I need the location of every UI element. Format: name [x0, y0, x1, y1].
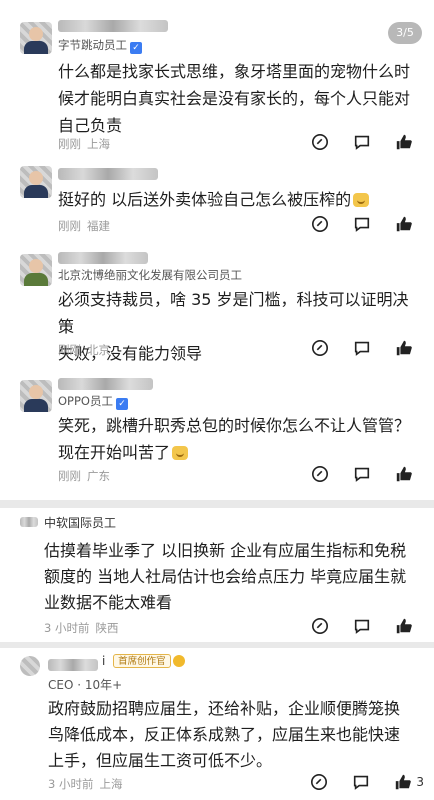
comment-icon[interactable]	[352, 617, 372, 635]
comment-item: 中软国际员工 估摸着毕业季了 以旧换新 企业有应届生指标和免税 额度的 当地人社…	[0, 508, 434, 642]
avatar[interactable]	[20, 22, 52, 54]
thumbs-up-icon[interactable]	[394, 465, 414, 483]
user-org: 中软国际员工	[44, 516, 117, 530]
blurred-username	[58, 168, 158, 180]
grin-emoji	[172, 446, 189, 460]
like-button[interactable]: 3	[393, 773, 424, 791]
comment-text: 什么都是找家长式思维，象牙塔里面的宠物什么时 候才能明白真实社会是没有家长的，每…	[58, 62, 411, 135]
reply-icon[interactable]	[310, 339, 330, 357]
like-count: 3	[416, 775, 424, 789]
blurred-username	[58, 252, 148, 264]
user-role: CEO · 10年+	[48, 678, 123, 692]
thumbs-up-icon[interactable]	[394, 339, 414, 357]
blurred-username	[58, 20, 168, 32]
thumbs-up-icon[interactable]	[393, 773, 413, 791]
avatar[interactable]	[20, 380, 52, 412]
comment-panel-bot: i 首席创作官 CEO · 10年+ 政府鼓励招聘应届生，还给补贴，企业顺便腾笼…	[0, 648, 434, 800]
reply-icon[interactable]	[310, 133, 330, 151]
comment-item: 北京沈博绝丽文化发展有限公司员工 必须支持裁员，啥 35 岁是门槛，科技可以证明…	[0, 250, 434, 364]
blurred-username	[48, 659, 98, 671]
user-org: 字节跳动员工 ✓	[58, 37, 142, 54]
verified-icon: ✓	[115, 398, 128, 410]
comment-item: OPPO员工 ✓ 笑死，跳槽升职秀总包的时候你怎么不让人管管？ 现在开始叫苦了 刚…	[0, 376, 434, 490]
comment-text: 笑死，跳槽升职秀总包的时候你怎么不让人管管？ 现在开始叫苦了	[58, 416, 411, 462]
reply-icon[interactable]	[310, 215, 330, 233]
divider	[0, 500, 434, 508]
comment-icon[interactable]	[352, 215, 372, 233]
grin-emoji	[353, 193, 370, 207]
comment-item: i 首席创作官 CEO · 10年+ 政府鼓励招聘应届生，还给补贴，企业顺便腾笼…	[0, 648, 434, 800]
reply-icon[interactable]	[310, 465, 330, 483]
blurred-username	[58, 378, 153, 390]
comment-icon[interactable]	[351, 773, 371, 791]
blurred-avatar	[20, 517, 38, 527]
avatar[interactable]	[20, 656, 40, 676]
thumbs-up-icon[interactable]	[394, 133, 414, 151]
comment-meta: 刚刚 北京	[58, 343, 110, 357]
comment-meta: 3 小时前 陕西	[44, 621, 119, 635]
comment-icon[interactable]	[352, 133, 372, 151]
comment-text: 政府鼓励招聘应届生，还给补贴，企业顺便腾笼换 鸟降低成本，反正体系成熟了，应届生…	[48, 699, 401, 770]
reply-icon[interactable]	[310, 617, 330, 635]
avatar[interactable]	[20, 166, 52, 198]
title-badge: 首席创作官	[113, 654, 171, 668]
crown-icon	[172, 655, 185, 667]
comment-text: 挺好的 以后送外卖体验自己怎么被压榨的	[58, 186, 416, 213]
user-org: OPPO员工 ✓	[58, 393, 128, 410]
comment-icon[interactable]	[352, 465, 372, 483]
user-org: 北京沈博绝丽文化发展有限公司员工	[58, 268, 242, 282]
thumbs-up-icon[interactable]	[394, 215, 414, 233]
reply-icon[interactable]	[309, 773, 329, 791]
comment-meta: 刚刚 广东	[58, 469, 110, 483]
avatar[interactable]	[20, 254, 52, 286]
thumbs-up-icon[interactable]	[394, 617, 414, 635]
comment-text: 估摸着毕业季了 以旧换新 企业有应届生指标和免税 额度的 当地人社局估计也会给点…	[44, 541, 407, 612]
comment-item: 字节跳动员工 ✓ 什么都是找家长式思维，象牙塔里面的宠物什么时 候才能明白真实社会…	[0, 16, 434, 156]
comment-meta: 刚刚 福建	[58, 219, 110, 233]
comment-item: 挺好的 以后送外卖体验自己怎么被压榨的 刚刚 福建	[0, 160, 434, 240]
comment-panel-mid: 中软国际员工 估摸着毕业季了 以旧换新 企业有应届生指标和免税 额度的 当地人社…	[0, 508, 434, 642]
comment-icon[interactable]	[352, 339, 372, 357]
comment-meta: 3 小时前 上海	[48, 777, 123, 791]
comment-meta: 刚刚 上海	[58, 137, 110, 151]
verified-icon: ✓	[130, 42, 142, 54]
username-row: i 首席创作官	[102, 654, 185, 668]
comment-panel-top: 3/5 字节跳动员工 ✓ 什么都是找家长式思维，象牙塔里面的宠物什么时 候才能明白…	[0, 0, 434, 504]
